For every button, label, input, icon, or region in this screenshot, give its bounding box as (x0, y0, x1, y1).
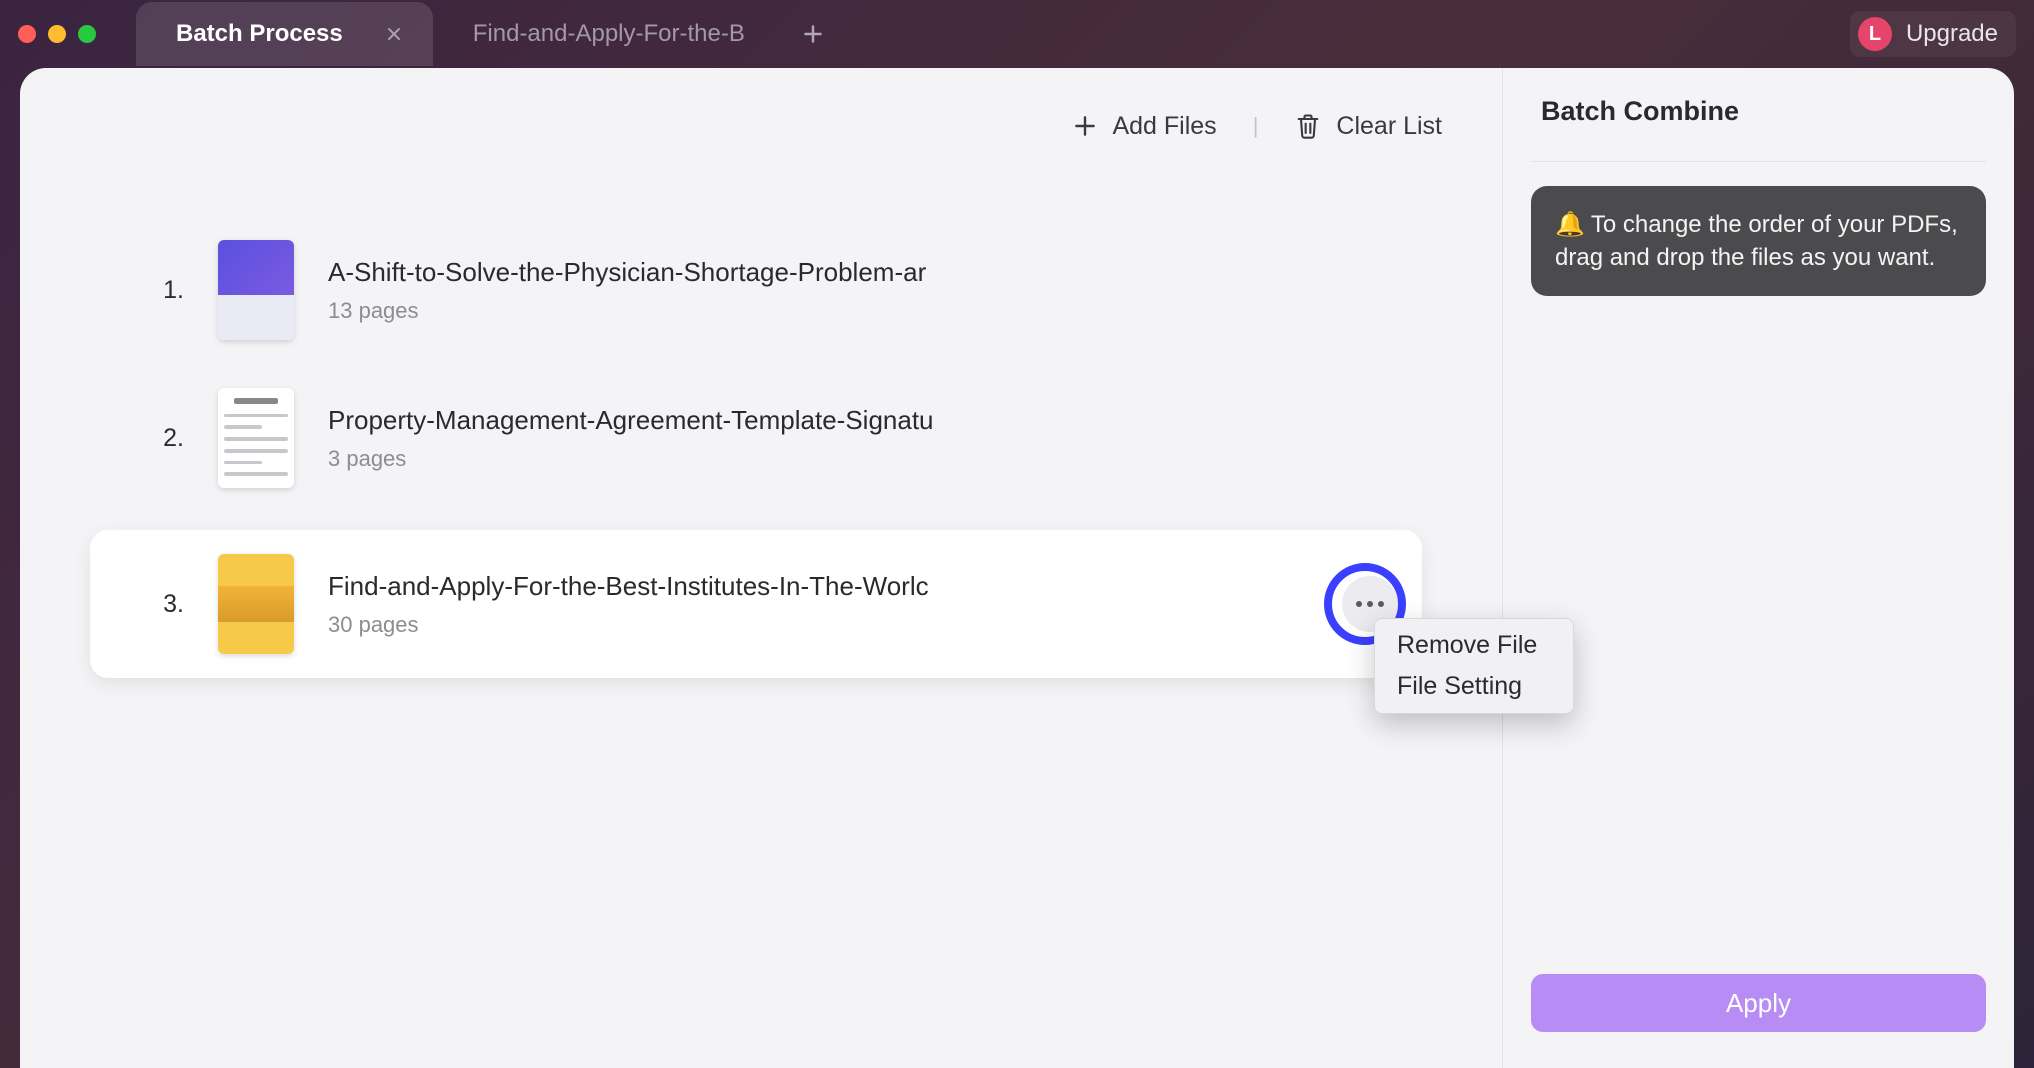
clear-list-label: Clear List (1336, 112, 1442, 141)
tab-batch-process[interactable]: Batch Process (136, 2, 433, 66)
main-panel: Add Files | Clear List 1. A-Shift-to-Sol… (20, 68, 1502, 1068)
tab-strip: Batch Process Find-and-Apply-For-the-B (136, 0, 825, 68)
file-name: Property-Management-Agreement-Template-S… (328, 405, 934, 436)
trash-icon (1294, 112, 1322, 140)
file-thumbnail (218, 554, 294, 654)
tab-label: Find-and-Apply-For-the-B (473, 20, 745, 48)
file-meta: Property-Management-Agreement-Template-S… (328, 405, 934, 472)
tip-card: 🔔To change the order of your PDFs, drag … (1531, 186, 1986, 296)
file-name: A-Shift-to-Solve-the-Physician-Shortage-… (328, 257, 926, 288)
toolbar-divider: | (1253, 113, 1259, 139)
context-menu: Remove File File Setting (1374, 618, 1574, 714)
file-row[interactable]: 1. A-Shift-to-Solve-the-Physician-Shorta… (120, 216, 1462, 364)
fullscreen-window-button[interactable] (78, 25, 96, 43)
file-thumbnail (218, 240, 294, 340)
upgrade-label: Upgrade (1906, 20, 1998, 48)
file-thumbnail (218, 388, 294, 488)
file-pages: 30 pages (328, 612, 929, 638)
titlebar: Batch Process Find-and-Apply-For-the-B L… (0, 0, 2034, 68)
file-list: 1. A-Shift-to-Solve-the-Physician-Shorta… (60, 216, 1462, 678)
file-name: Find-and-Apply-For-the-Best-Institutes-I… (328, 571, 929, 602)
file-row[interactable]: 3. Find-and-Apply-For-the-Best-Institute… (90, 530, 1422, 678)
file-meta: A-Shift-to-Solve-the-Physician-Shortage-… (328, 257, 926, 324)
side-panel: Batch Combine 🔔To change the order of yo… (1502, 68, 2014, 1068)
bell-icon: 🔔 (1555, 211, 1585, 238)
add-files-button[interactable]: Add Files (1072, 112, 1216, 141)
divider (1531, 161, 1986, 162)
file-meta: Find-and-Apply-For-the-Best-Institutes-I… (328, 571, 929, 638)
clear-list-button[interactable]: Clear List (1294, 112, 1442, 141)
plus-icon (1072, 113, 1098, 139)
context-menu-remove-file[interactable]: Remove File (1375, 625, 1573, 666)
tip-text: To change the order of your PDFs, drag a… (1555, 211, 1958, 271)
context-menu-file-setting[interactable]: File Setting (1375, 666, 1573, 707)
file-pages: 13 pages (328, 298, 926, 324)
close-window-button[interactable] (18, 25, 36, 43)
toolbar: Add Files | Clear List (60, 96, 1462, 156)
add-files-label: Add Files (1112, 112, 1216, 141)
ellipsis-icon (1356, 601, 1384, 607)
upgrade-pill[interactable]: L Upgrade (1850, 11, 2016, 57)
row-index: 2. (150, 424, 184, 453)
window-controls (18, 25, 96, 43)
tab-find-and-apply[interactable]: Find-and-Apply-For-the-B (433, 2, 773, 66)
minimize-window-button[interactable] (48, 25, 66, 43)
file-pages: 3 pages (328, 446, 934, 472)
apply-button[interactable]: Apply (1531, 974, 1986, 1032)
tab-label: Batch Process (176, 20, 343, 48)
row-index: 1. (150, 276, 184, 305)
app-body: Add Files | Clear List 1. A-Shift-to-Sol… (20, 68, 2014, 1068)
file-row[interactable]: 2. Property-Management-Agreement-Templat… (120, 364, 1462, 512)
close-tab-icon[interactable] (383, 23, 405, 45)
side-panel-title: Batch Combine (1531, 96, 1986, 127)
new-tab-button[interactable] (801, 22, 825, 46)
avatar-initial: L (1869, 23, 1881, 46)
row-index: 3. (150, 590, 184, 619)
avatar: L (1858, 17, 1892, 51)
